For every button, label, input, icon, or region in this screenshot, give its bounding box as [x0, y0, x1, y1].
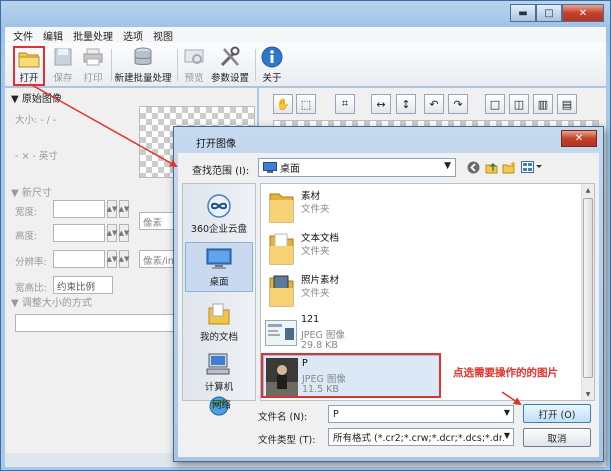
arrow-to-open-button — [501, 391, 522, 406]
annotation-arrows — [29, 83, 522, 406]
arrow-open-to-dialog — [29, 83, 178, 167]
